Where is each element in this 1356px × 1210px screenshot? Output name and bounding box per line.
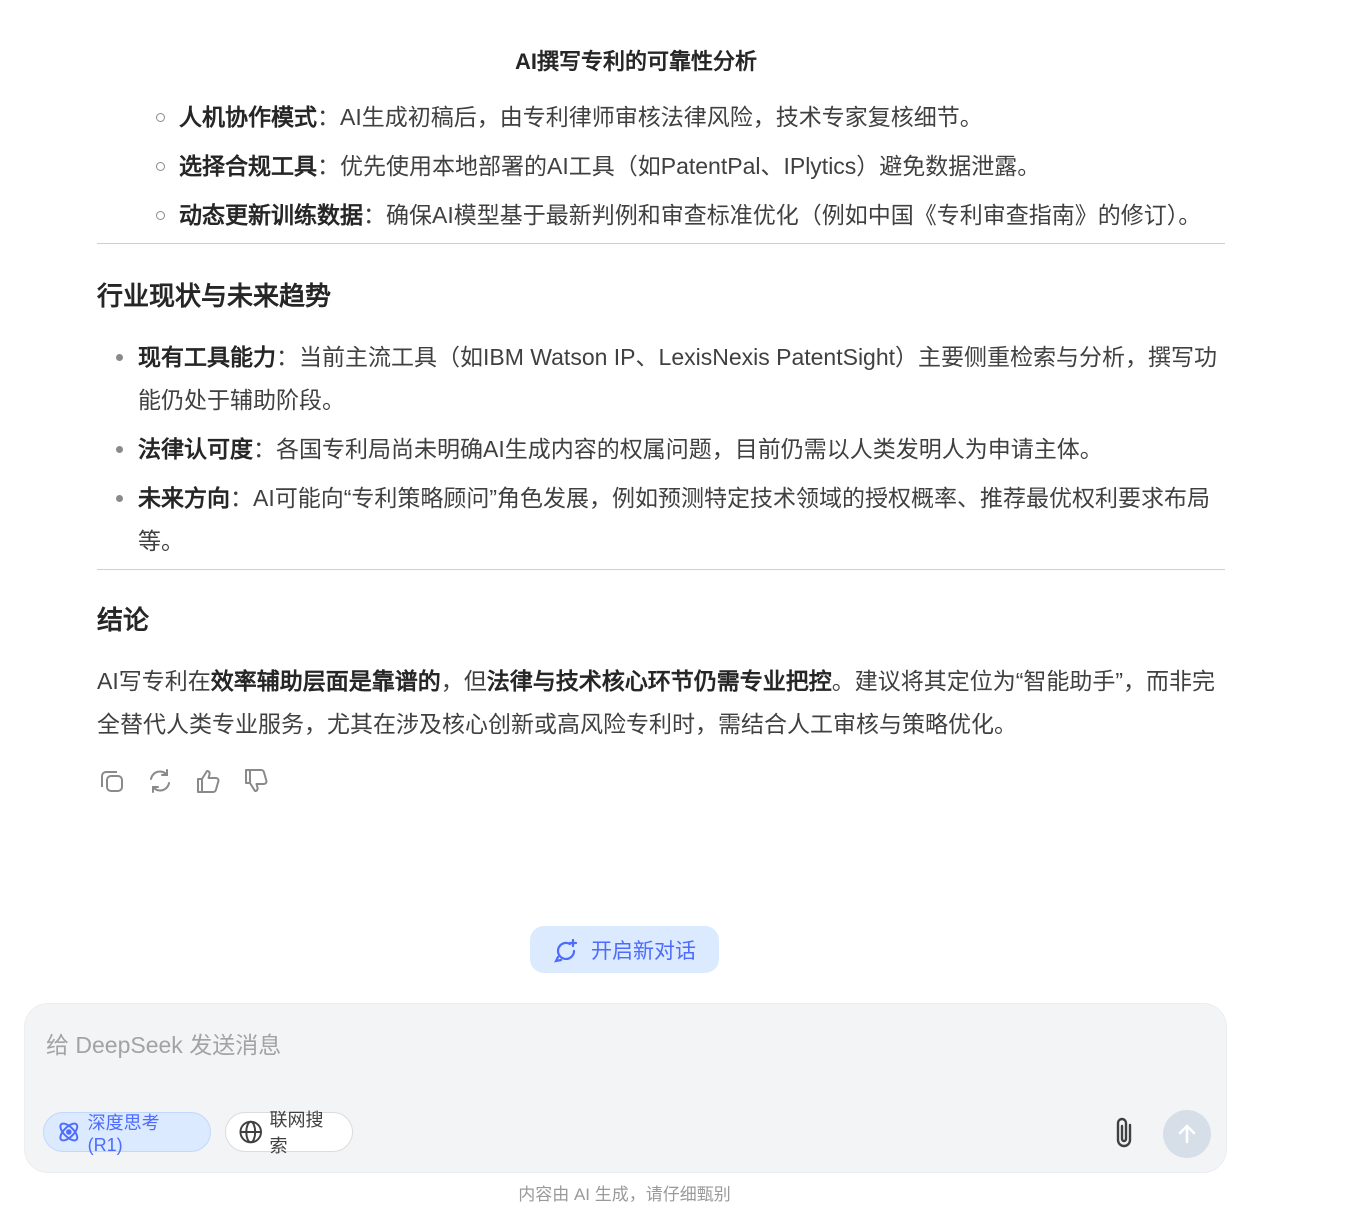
list-item: 现有工具能力：当前主流工具（如IBM Watson IP、LexisNexis … (116, 336, 1225, 422)
web-search-toggle[interactable]: 联网搜索 (225, 1110, 353, 1156)
divider (97, 569, 1225, 570)
thumbs-down-icon (245, 769, 268, 792)
thumbs-up-icon (197, 770, 220, 793)
list-item-text: ：AI生成初稿后，由专利律师审核法律风险，技术专家复核细节。 (317, 104, 983, 130)
list-item-bold: 动态更新训练数据 (179, 202, 363, 228)
list-item: 选择合规工具：优先使用本地部署的AI工具（如PatentPal、IPlytics… (156, 145, 1225, 188)
list-item: 人机协作模式：AI生成初稿后，由专利律师审核法律风险，技术专家复核细节。 (156, 96, 1225, 139)
new-chat-label: 开启新对话 (591, 939, 696, 963)
list-item: 动态更新训练数据：确保AI模型基于最新判例和审查标准优化（例如中国《专利审查指南… (156, 194, 1225, 237)
globe-icon (239, 1120, 262, 1144)
deep-think-label: 深度思考 (R1) (87, 1112, 160, 1155)
list-item-text: ：AI可能向“专利策略顾问”角色发展，例如预测特定技术领域的授权概率、推荐最优权… (138, 485, 1211, 554)
regenerate-button[interactable] (145, 766, 175, 796)
list-item-bold: 选择合规工具 (179, 153, 317, 179)
copy-button[interactable] (97, 766, 127, 796)
list-item-text: ：各国专利局尚未明确AI生成内容的权属问题，目前仍需以人类发明人为申请主体。 (253, 436, 1103, 462)
attach-button[interactable] (1108, 1114, 1142, 1152)
atom-icon (59, 1122, 79, 1142)
list-item-text: ：优先使用本地部署的AI工具（如PatentPal、IPlytics）避免数据泄… (317, 153, 1041, 179)
list-item-bold: 未来方向 (138, 485, 230, 511)
bold-run: 效率辅助层面是靠谱的 (210, 668, 441, 694)
section-heading-conclusion: 结论 (97, 605, 150, 635)
like-button[interactable] (193, 766, 223, 796)
tips-list: 人机协作模式：AI生成初稿后，由专利律师审核法律风险，技术专家复核细节。 选择合… (97, 96, 1225, 237)
arrow-up-icon (1178, 1124, 1196, 1144)
section-heading-industry: 行业现状与未来趋势 (97, 281, 332, 311)
message-content: 人机协作模式：AI生成初稿后，由专利律师审核法律风险，技术专家复核细节。 选择合… (97, 96, 1225, 796)
message-composer[interactable]: 给 DeepSeek 发送消息 深度思考 (R1) 联网搜索 (24, 1003, 1227, 1173)
disclaimer: 内容由 AI 生成，请仔细甄别 (518, 1185, 731, 1204)
conclusion-paragraph: AI写专利在效率辅助层面是靠谱的，但法律与技术核心环节仍需专业把控。建议将其定位… (97, 660, 1225, 746)
list-item-bold: 现有工具能力 (138, 344, 276, 370)
list-item-bold: 人机协作模式 (179, 104, 317, 130)
paperclip-icon (1116, 1117, 1132, 1148)
list-item: 法律认可度：各国专利局尚未明确AI生成内容的权属问题，目前仍需以人类发明人为申请… (116, 428, 1225, 471)
message-input[interactable]: 给 DeepSeek 发送消息 (46, 1026, 281, 1060)
text-run: AI写专利在 (97, 668, 211, 694)
new-chat-icon (554, 938, 578, 963)
send-button[interactable] (1163, 1110, 1211, 1158)
new-chat-button[interactable]: 开启新对话 (530, 926, 719, 973)
list-item: 未来方向：AI可能向“专利策略顾问”角色发展，例如预测特定技术领域的授权概率、推… (116, 477, 1225, 563)
message-actions (97, 766, 1225, 796)
text-run: ，但 (440, 668, 487, 694)
bold-run: 法律与技术核心环节仍需专业把控 (486, 668, 832, 694)
list-item-text: ：确保AI模型基于最新判例和审查标准优化（例如中国《专利审查指南》的修订）。 (363, 202, 1202, 228)
dislike-button[interactable] (241, 766, 271, 796)
list-item-text: ：当前主流工具（如IBM Watson IP、LexisNexis Patent… (138, 344, 1218, 413)
deep-think-toggle[interactable]: 深度思考 (R1) (43, 1112, 211, 1155)
divider (97, 243, 1225, 244)
list-item-bold: 法律认可度 (138, 436, 253, 462)
web-search-label: 联网搜索 (269, 1110, 324, 1156)
page-title: AI撰写专利的可靠性分析 (514, 49, 757, 74)
copy-icon (101, 771, 123, 792)
regenerate-icon (150, 769, 170, 793)
industry-list: 现有工具能力：当前主流工具（如IBM Watson IP、LexisNexis … (97, 336, 1225, 563)
